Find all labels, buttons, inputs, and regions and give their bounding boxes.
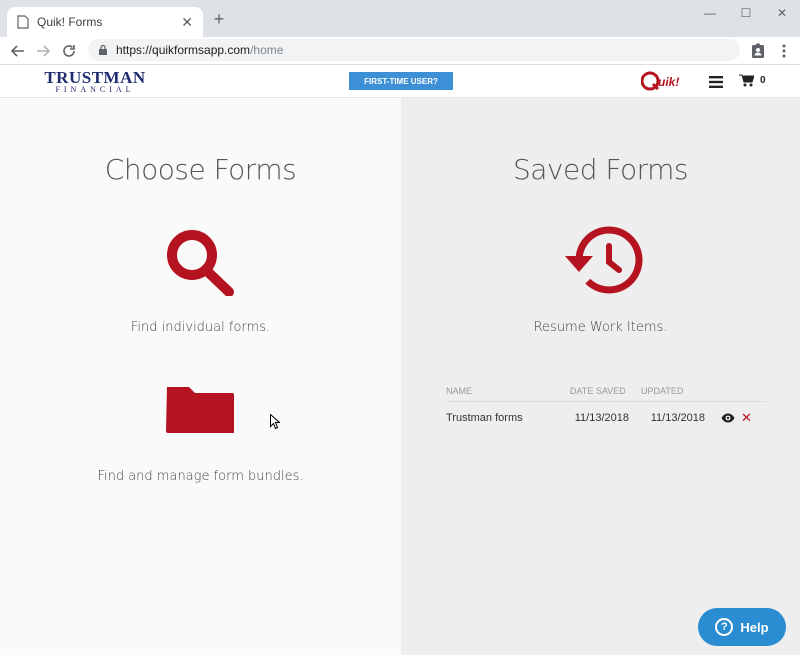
- tab-title: Quik! Forms: [37, 15, 103, 29]
- saved-form-name[interactable]: Trustman forms: [446, 412, 570, 424]
- search-icon[interactable]: [165, 228, 237, 296]
- browser-toolbar: https://quikformsapp.com/home: [0, 37, 800, 65]
- find-individual-forms-link[interactable]: Find individual forms.: [0, 320, 401, 335]
- cart-icon: [739, 74, 754, 87]
- history-icon[interactable]: [561, 224, 643, 296]
- delete-x-icon[interactable]: ✕: [741, 410, 752, 426]
- browser-tab-bar: Quik! Forms ✕ + — ☐ ✕: [0, 0, 800, 37]
- cart-count: 0: [760, 75, 766, 86]
- help-label: Help: [740, 619, 769, 635]
- new-tab-button[interactable]: +: [210, 10, 228, 28]
- resume-work-items-text: Resume Work Items.: [533, 320, 668, 335]
- saved-form-date-saved: 11/13/2018: [574, 412, 629, 424]
- find-form-bundles-link[interactable]: Find and manage form bundles.: [0, 469, 401, 484]
- row-actions: ✕: [721, 410, 752, 426]
- saved-form-updated: 11/13/2018: [650, 412, 705, 424]
- trustman-logo[interactable]: TRUSTMAN FINANCIAL: [36, 68, 154, 94]
- kebab-menu-icon[interactable]: [774, 41, 794, 61]
- window-controls: — ☐ ✕: [692, 0, 800, 26]
- svg-text:uik!: uik!: [658, 75, 679, 89]
- profile-badge-icon[interactable]: [748, 41, 768, 61]
- brand-name: TRUSTMAN: [44, 68, 146, 87]
- page-icon: [17, 15, 29, 29]
- column-updated[interactable]: UPDATED: [641, 386, 721, 396]
- lock-icon: [98, 44, 108, 56]
- tab-close-icon[interactable]: ✕: [181, 14, 193, 31]
- question-circle-icon: ?: [715, 618, 734, 636]
- forward-icon[interactable]: [33, 41, 53, 61]
- address-bar[interactable]: https://quikformsapp.com/home: [88, 39, 740, 61]
- choose-forms-panel: Choose Forms Find individual forms. Find…: [0, 98, 401, 655]
- mouse-cursor-icon: [270, 414, 280, 430]
- view-eye-icon[interactable]: [721, 413, 735, 423]
- hamburger-menu-icon[interactable]: [709, 75, 723, 89]
- browser-tab[interactable]: Quik! Forms ✕: [7, 7, 203, 37]
- url-text: https://quikformsapp.com/home: [116, 43, 284, 57]
- first-time-user-button[interactable]: FIRST-TIME USER?: [349, 72, 453, 90]
- saved-forms-table: NAME DATE SAVED UPDATED Trustman forms 1…: [446, 380, 766, 434]
- column-name[interactable]: NAME: [446, 386, 570, 396]
- cart-button[interactable]: 0: [739, 74, 766, 87]
- column-date-saved[interactable]: DATE SAVED: [570, 386, 641, 396]
- saved-forms-title: Saved Forms: [512, 153, 689, 186]
- quik-logo[interactable]: uik!: [641, 71, 695, 91]
- site-header: TRUSTMAN FINANCIAL FIRST-TIME USER? uik!…: [0, 65, 800, 98]
- reload-icon[interactable]: [59, 41, 79, 61]
- folder-icon[interactable]: [165, 383, 235, 435]
- table-row[interactable]: Trustman forms 11/13/2018 11/13/2018 ✕: [446, 402, 766, 434]
- choose-forms-title: Choose Forms: [104, 153, 297, 186]
- close-window-button[interactable]: ✕: [764, 0, 800, 26]
- help-button[interactable]: ? Help: [698, 608, 786, 646]
- back-icon[interactable]: [8, 41, 28, 61]
- minimize-button[interactable]: —: [692, 0, 728, 26]
- maximize-button[interactable]: ☐: [728, 0, 764, 26]
- saved-forms-panel: Saved Forms Resume Work Items. NAME DATE…: [401, 98, 800, 655]
- table-header: NAME DATE SAVED UPDATED: [446, 380, 766, 402]
